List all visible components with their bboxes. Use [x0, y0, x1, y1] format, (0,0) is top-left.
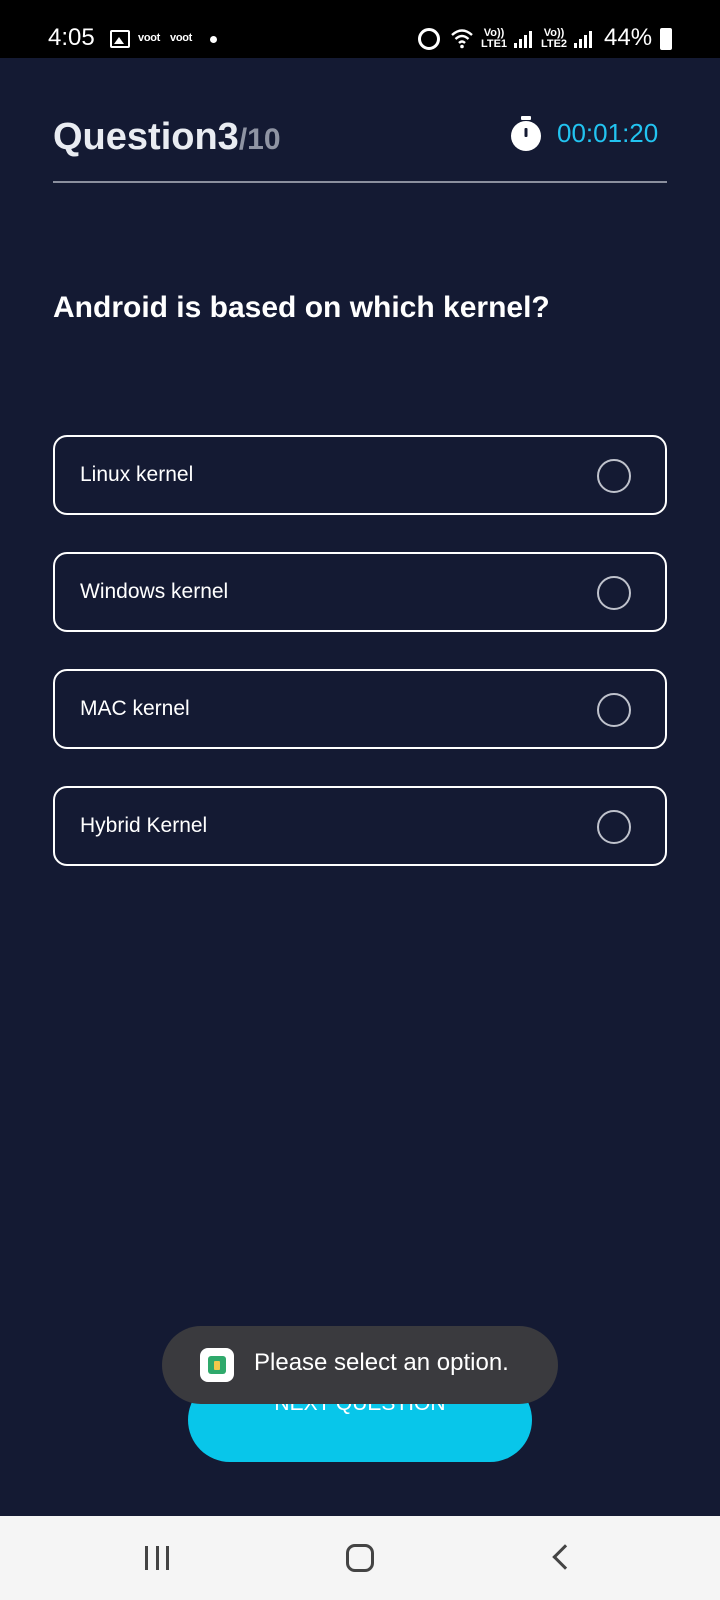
home-icon[interactable]: [346, 1544, 374, 1572]
wifi-icon: [451, 29, 473, 49]
gallery-icon: [110, 30, 130, 48]
navigation-bar: [0, 1516, 720, 1600]
question-total: /10: [238, 123, 281, 156]
signal-bars-icon: [574, 30, 592, 48]
alarm-icon: [418, 28, 440, 50]
option-label: MAC kernel: [80, 697, 190, 720]
question-label: Question3: [53, 116, 239, 158]
radio-button[interactable]: [597, 576, 631, 610]
voot-icon: voot: [170, 32, 193, 44]
status-time: 4:05: [48, 24, 95, 51]
voot-icon: voot: [138, 32, 161, 44]
option-label: Windows kernel: [80, 580, 229, 603]
radio-button[interactable]: [597, 693, 631, 727]
option-item[interactable]: Hybrid Kernel: [53, 786, 667, 866]
option-item[interactable]: Linux kernel: [53, 435, 667, 515]
battery-percent: 44%: [604, 24, 653, 51]
toast: Please select an option.: [162, 1326, 558, 1404]
back-icon[interactable]: [552, 1544, 578, 1570]
timer-text: 00:01:20: [557, 118, 659, 148]
question-counter: Question3/10: [53, 116, 281, 159]
toast-message: Please select an option.: [254, 1349, 509, 1376]
option-label: Hybrid Kernel: [80, 814, 208, 837]
app-icon: [200, 1348, 234, 1382]
option-label: Linux kernel: [80, 463, 194, 486]
stopwatch-icon: [511, 116, 541, 151]
status-bar: 4:05 voot voot Vo)) LTE1 Vo)) LTE2 44%: [0, 0, 720, 58]
radio-button[interactable]: [597, 810, 631, 844]
sim1-lte-icon: Vo)) LTE1: [480, 27, 508, 50]
option-item[interactable]: Windows kernel: [53, 552, 667, 632]
sim2-lte-icon: Vo)) LTE2: [540, 27, 568, 50]
question-text: Android is based on which kernel?: [53, 291, 550, 324]
notification-dot-icon: [210, 36, 217, 43]
recent-apps-icon[interactable]: [145, 1546, 169, 1570]
battery-icon: [660, 28, 672, 50]
option-item[interactable]: MAC kernel: [53, 669, 667, 749]
signal-bars-icon: [514, 30, 532, 48]
header-divider: [53, 181, 667, 183]
radio-button[interactable]: [597, 459, 631, 493]
